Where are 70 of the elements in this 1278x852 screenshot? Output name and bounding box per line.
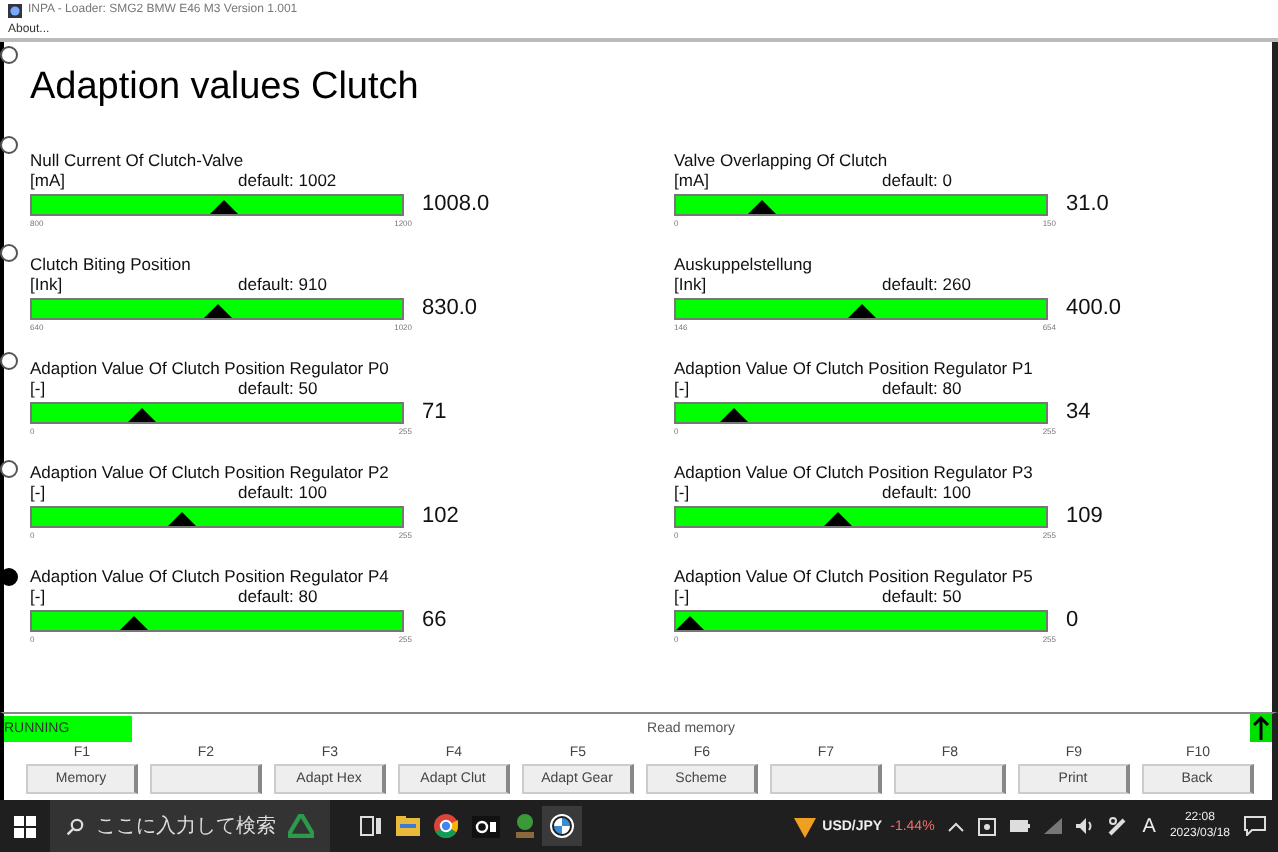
app-icon[interactable] bbox=[472, 815, 500, 837]
app-icon bbox=[8, 3, 22, 17]
gauge-value: 34 bbox=[1066, 400, 1091, 424]
network-icon[interactable] bbox=[1044, 818, 1063, 834]
ticker-icon bbox=[794, 814, 817, 838]
unit-label: [Ink] bbox=[674, 274, 709, 294]
battery-icon[interactable] bbox=[1010, 820, 1031, 832]
radio-button[interactable] bbox=[0, 46, 18, 64]
unit-label: [-] bbox=[30, 378, 48, 398]
plant-icon[interactable] bbox=[514, 814, 536, 838]
radio-button[interactable] bbox=[0, 352, 18, 370]
ime-indicator[interactable]: A bbox=[1142, 815, 1156, 837]
gauge-label: Adaption Value Of Clutch Position Regulator P4 bbox=[30, 566, 389, 586]
gauge-value: 102 bbox=[422, 504, 459, 528]
default-value: default: 80 bbox=[238, 586, 318, 606]
unit-label: [-] bbox=[30, 482, 48, 502]
default-value: default: 50 bbox=[882, 586, 962, 606]
gauge-value: 1008.0 bbox=[422, 192, 490, 216]
recycle-icon bbox=[288, 814, 314, 838]
radio-button[interactable] bbox=[0, 136, 18, 154]
default-value: default: 50 bbox=[238, 378, 318, 398]
radio-button[interactable] bbox=[0, 568, 18, 586]
gauge-label: Adaption Value Of Clutch Position Regulator P2 bbox=[30, 462, 389, 482]
page-title: Adaption values Clutch bbox=[30, 64, 419, 112]
windows-start-icon[interactable] bbox=[14, 815, 36, 837]
default-value: default: 80 bbox=[882, 378, 962, 398]
gauge-label: Adaption Value Of Clutch Position Regulator P1 bbox=[674, 358, 1033, 378]
gauge-label: Clutch Biting Position bbox=[30, 254, 191, 274]
search-icon bbox=[66, 817, 84, 835]
chevron-up-icon[interactable] bbox=[948, 821, 965, 831]
unit-label: [mA] bbox=[674, 170, 711, 190]
default-value: default: 1002 bbox=[238, 170, 337, 190]
default-value: default: 260 bbox=[882, 274, 971, 294]
gauge-value: 0 bbox=[1066, 608, 1079, 632]
car-logo-icon[interactable] bbox=[550, 814, 574, 838]
unit-label: [-] bbox=[674, 378, 692, 398]
gauge-label: Valve Overlapping Of Clutch bbox=[674, 150, 888, 170]
gauge-value: 830.0 bbox=[422, 296, 478, 320]
browser-icon[interactable] bbox=[434, 814, 458, 838]
gauge-value: 66 bbox=[422, 608, 447, 632]
function-button[interactable] bbox=[770, 764, 882, 794]
speaker-icon[interactable] bbox=[1076, 818, 1095, 834]
gauge-label: Null Current Of Clutch-Valve bbox=[30, 150, 244, 170]
unit-label: [-] bbox=[674, 586, 692, 606]
radio-button[interactable] bbox=[0, 460, 18, 478]
default-value: default: 0 bbox=[882, 170, 952, 190]
gauge-label: Adaption Value Of Clutch Position Regulator P0 bbox=[30, 358, 389, 378]
marker-icon bbox=[676, 615, 704, 629]
notification-icon[interactable] bbox=[1244, 816, 1266, 836]
default-value: default: 100 bbox=[238, 482, 327, 502]
unit-label: [Ink] bbox=[30, 274, 65, 294]
gauge-value: 31.0 bbox=[1066, 192, 1109, 216]
function-button[interactable] bbox=[894, 764, 1006, 794]
task-view-icon[interactable] bbox=[360, 816, 382, 836]
gauge-label: Adaption Value Of Clutch Position Regulator P5 bbox=[674, 566, 1033, 586]
gauge-value: 71 bbox=[422, 400, 447, 424]
function-button[interactable] bbox=[150, 764, 262, 794]
search-field[interactable]: ここに入力して検索 bbox=[50, 800, 330, 852]
up-arrow-icon[interactable] bbox=[1250, 714, 1272, 742]
radio-button[interactable] bbox=[0, 244, 18, 262]
default-value: default: 910 bbox=[238, 274, 327, 294]
gauge-value: 400.0 bbox=[1066, 296, 1122, 320]
unit-label: [-] bbox=[30, 586, 48, 606]
folder-icon[interactable] bbox=[396, 816, 420, 836]
unit-label: [-] bbox=[674, 482, 692, 502]
gauge-value: 109 bbox=[1066, 504, 1103, 528]
default-value: default: 100 bbox=[882, 482, 971, 502]
gauge-label: Auskuppelstellung bbox=[674, 254, 812, 274]
unit-label: [mA] bbox=[30, 170, 67, 190]
gauge-label: Adaption Value Of Clutch Position Regulator P3 bbox=[674, 462, 1033, 482]
